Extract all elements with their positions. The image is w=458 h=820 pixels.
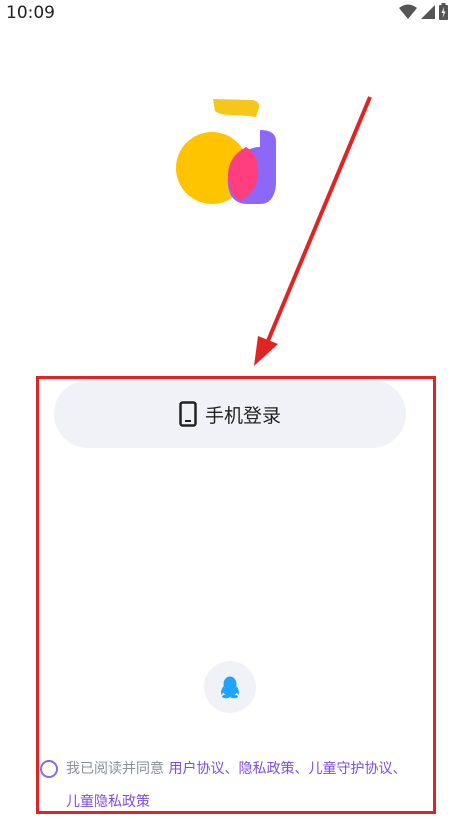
status-icons — [399, 3, 448, 20]
child-protection-link[interactable]: 儿童守护协议 — [308, 761, 392, 777]
app-logo — [176, 99, 276, 204]
qq-login-button[interactable] — [204, 661, 256, 713]
wifi-icon — [399, 4, 417, 19]
status-bar: 10:09 — [0, 0, 458, 26]
qq-icon — [221, 676, 239, 699]
user-agreement-link[interactable]: 用户协议 — [168, 761, 224, 777]
agreement-checkbox[interactable] — [40, 760, 58, 778]
status-time: 10:09 — [6, 3, 55, 23]
privacy-policy-link[interactable]: 隐私政策 — [238, 761, 294, 777]
child-privacy-link[interactable]: 儿童隐私政策 — [66, 794, 150, 810]
phone-login-button[interactable]: 手机登录 — [54, 380, 406, 448]
agreement-text: 我已阅读并同意 用户协议、隐私政策、儿童守护协议、儿童隐私政策 — [66, 761, 407, 810]
agreement-prefix: 我已阅读并同意 — [66, 761, 164, 777]
phone-login-label: 手机登录 — [204, 404, 281, 427]
cellular-icon — [421, 4, 435, 19]
phone-icon — [179, 401, 197, 427]
battery-icon — [439, 3, 448, 20]
